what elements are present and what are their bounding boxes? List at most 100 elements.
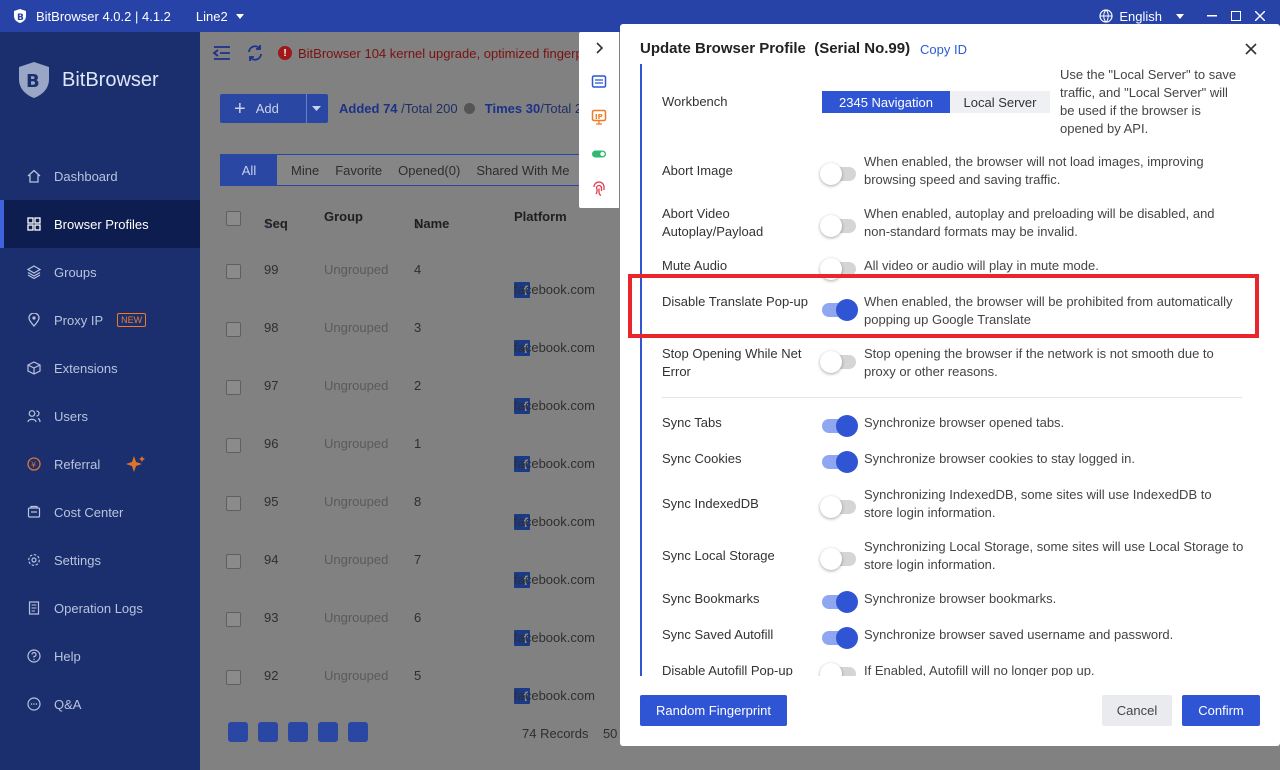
sidebar-item-operation-logs[interactable]: Operation Logs [0, 584, 200, 632]
bulk-clear-icon[interactable] [288, 722, 308, 742]
new-badge: NEW [117, 313, 147, 327]
window-sync-icon[interactable] [591, 74, 607, 90]
option-description-sync-bookmarks: Synchronize browser bookmarks. [864, 591, 1057, 606]
tab-opened[interactable]: Opened(0) [390, 155, 468, 185]
language-selector[interactable]: English [1099, 9, 1184, 24]
row-group: Ungrouped [324, 378, 389, 393]
options-scroll-area[interactable]: Workbench 2345 Navigation Local Server U… [640, 64, 1260, 676]
confirm-button[interactable]: Confirm [1182, 695, 1260, 726]
toggle-sync-cookies[interactable] [822, 451, 858, 473]
table-row[interactable]: 92 Ungrouped 5 f facebook.com [220, 648, 620, 706]
ip-icon[interactable]: IP [591, 109, 607, 125]
sidebar-item-groups[interactable]: Groups [0, 248, 200, 296]
sidebar-item-extensions[interactable]: Extensions [0, 344, 200, 392]
toggle-stop-opening-while-net-error[interactable] [820, 351, 856, 373]
bulk-open-icon[interactable] [228, 722, 248, 742]
sidebar-item-label: Proxy IP [54, 312, 104, 328]
bulk-recycle-icon[interactable] [318, 722, 338, 742]
sidebar-item-referral[interactable]: ¥ Referral [0, 440, 200, 488]
table-row[interactable]: 94 Ungrouped 7 f facebook.com [220, 532, 620, 590]
table-row[interactable]: 95 Ungrouped 8 f facebook.com [220, 474, 620, 532]
toggle-switch-icon[interactable] [591, 146, 607, 162]
bitbrowser-logo-icon: B [19, 62, 49, 98]
toggle-abort-image[interactable] [820, 163, 856, 185]
sidebar-item-label: Cost Center [54, 504, 124, 520]
workbench-option-local-server[interactable]: Local Server [950, 91, 1050, 113]
toggle-abort-video-autoplay-payload[interactable] [820, 215, 856, 237]
toggle-sync-bookmarks[interactable] [822, 591, 858, 613]
minimize-icon [1207, 15, 1217, 17]
sidebar-item-settings[interactable]: Settings [0, 536, 200, 584]
chevron-down-icon[interactable] [312, 103, 321, 113]
sidebar-item-help[interactable]: Help [0, 632, 200, 680]
row-platform-text: facebook.com [514, 630, 595, 645]
bulk-close-icon[interactable] [258, 722, 278, 742]
row-platform-text: facebook.com [514, 456, 595, 471]
row-platform-text: facebook.com [514, 398, 595, 413]
toggle-sync-local-storage[interactable] [820, 548, 856, 570]
collapse-menu-icon[interactable] [212, 45, 232, 61]
table-header: Seq ↓ Group Name ↓ Platform [220, 202, 620, 232]
brand-name: BitBrowser [62, 68, 159, 91]
line-selector[interactable]: Line2 [196, 9, 244, 24]
refresh-icon[interactable] [246, 44, 264, 62]
kernel-notice[interactable]: ! BitBrowser 104 kernel upgrade, optimize… [278, 46, 583, 61]
info-icon[interactable] [464, 103, 476, 114]
toggle-sync-tabs[interactable] [822, 415, 858, 437]
document-icon [28, 601, 40, 615]
sidebar-item-cost-center[interactable]: Cost Center [0, 488, 200, 536]
tab-mine[interactable]: Mine [283, 155, 327, 185]
toggle-sync-saved-autofill[interactable] [822, 627, 858, 649]
row-platform-text: facebook.com [514, 282, 595, 297]
row-seq: 92 [264, 668, 279, 683]
table-row[interactable]: 98 Ungrouped 3 f facebook.com [220, 300, 620, 358]
random-fingerprint-button[interactable]: Random Fingerprint [640, 695, 787, 726]
row-checkbox[interactable] [226, 438, 241, 453]
copy-id-link[interactable]: Copy ID [920, 42, 967, 57]
table-row[interactable]: 96 Ungrouped 1 f facebook.com [220, 416, 620, 474]
sidebar-item-dashboard[interactable]: Dashboard [0, 152, 200, 200]
tab-favorite[interactable]: Favorite [327, 155, 390, 185]
row-checkbox[interactable] [226, 322, 241, 337]
row-checkbox[interactable] [226, 670, 241, 685]
sidebar-item-users[interactable]: Users [0, 392, 200, 440]
bulk-delete-icon[interactable] [348, 722, 368, 742]
row-group: Ungrouped [324, 610, 389, 625]
sidebar-item-label: Extensions [54, 360, 118, 376]
fingerprint-icon[interactable] [591, 181, 607, 197]
chevron-right-icon[interactable] [591, 40, 607, 56]
gear-icon [28, 554, 40, 566]
table-row[interactable]: 93 Ungrouped 6 f facebook.com [220, 590, 620, 648]
row-checkbox[interactable] [226, 496, 241, 511]
divider [662, 397, 1242, 398]
add-profile-button[interactable]: + Add [220, 94, 328, 123]
svg-text:B: B [17, 13, 24, 23]
select-all-checkbox[interactable] [226, 211, 241, 226]
row-name: 4 [414, 262, 422, 277]
toggle-knob [820, 663, 842, 676]
sidebar-item-proxy-ip[interactable]: Proxy IP NEW [0, 296, 200, 344]
toggle-knob [836, 415, 858, 437]
toggle-sync-indexeddb[interactable] [820, 496, 856, 518]
toggle-knob [820, 215, 842, 237]
sidebar-item-browser-profiles[interactable]: Browser Profiles [0, 200, 200, 248]
toggle-disable-autofill-pop-up[interactable] [820, 663, 856, 676]
row-checkbox[interactable] [226, 380, 241, 395]
tab-shared-with-me[interactable]: Shared With Me [468, 155, 577, 185]
close-icon [1255, 11, 1265, 21]
row-name: 6 [414, 610, 422, 625]
table-row[interactable]: 97 Ungrouped 2 f facebook.com [220, 358, 620, 416]
svg-text:IP: IP [595, 113, 603, 121]
row-checkbox[interactable] [226, 264, 241, 279]
table-row[interactable]: 99 Ungrouped 4 f facebook.com [220, 242, 620, 300]
row-seq: 96 [264, 436, 279, 451]
close-dialog-icon[interactable] [1244, 42, 1258, 56]
tab-all[interactable]: All [221, 155, 277, 185]
row-checkbox[interactable] [226, 554, 241, 569]
workbench-option-navigation[interactable]: 2345 Navigation [822, 91, 950, 113]
cancel-button[interactable]: Cancel [1102, 695, 1172, 726]
row-checkbox[interactable] [226, 612, 241, 627]
sidebar-item-qa[interactable]: Q&A [0, 680, 200, 728]
sidebar-nav: Dashboard Browser Profiles Groups Proxy … [0, 152, 200, 728]
records-count: 74 Records [522, 726, 589, 741]
